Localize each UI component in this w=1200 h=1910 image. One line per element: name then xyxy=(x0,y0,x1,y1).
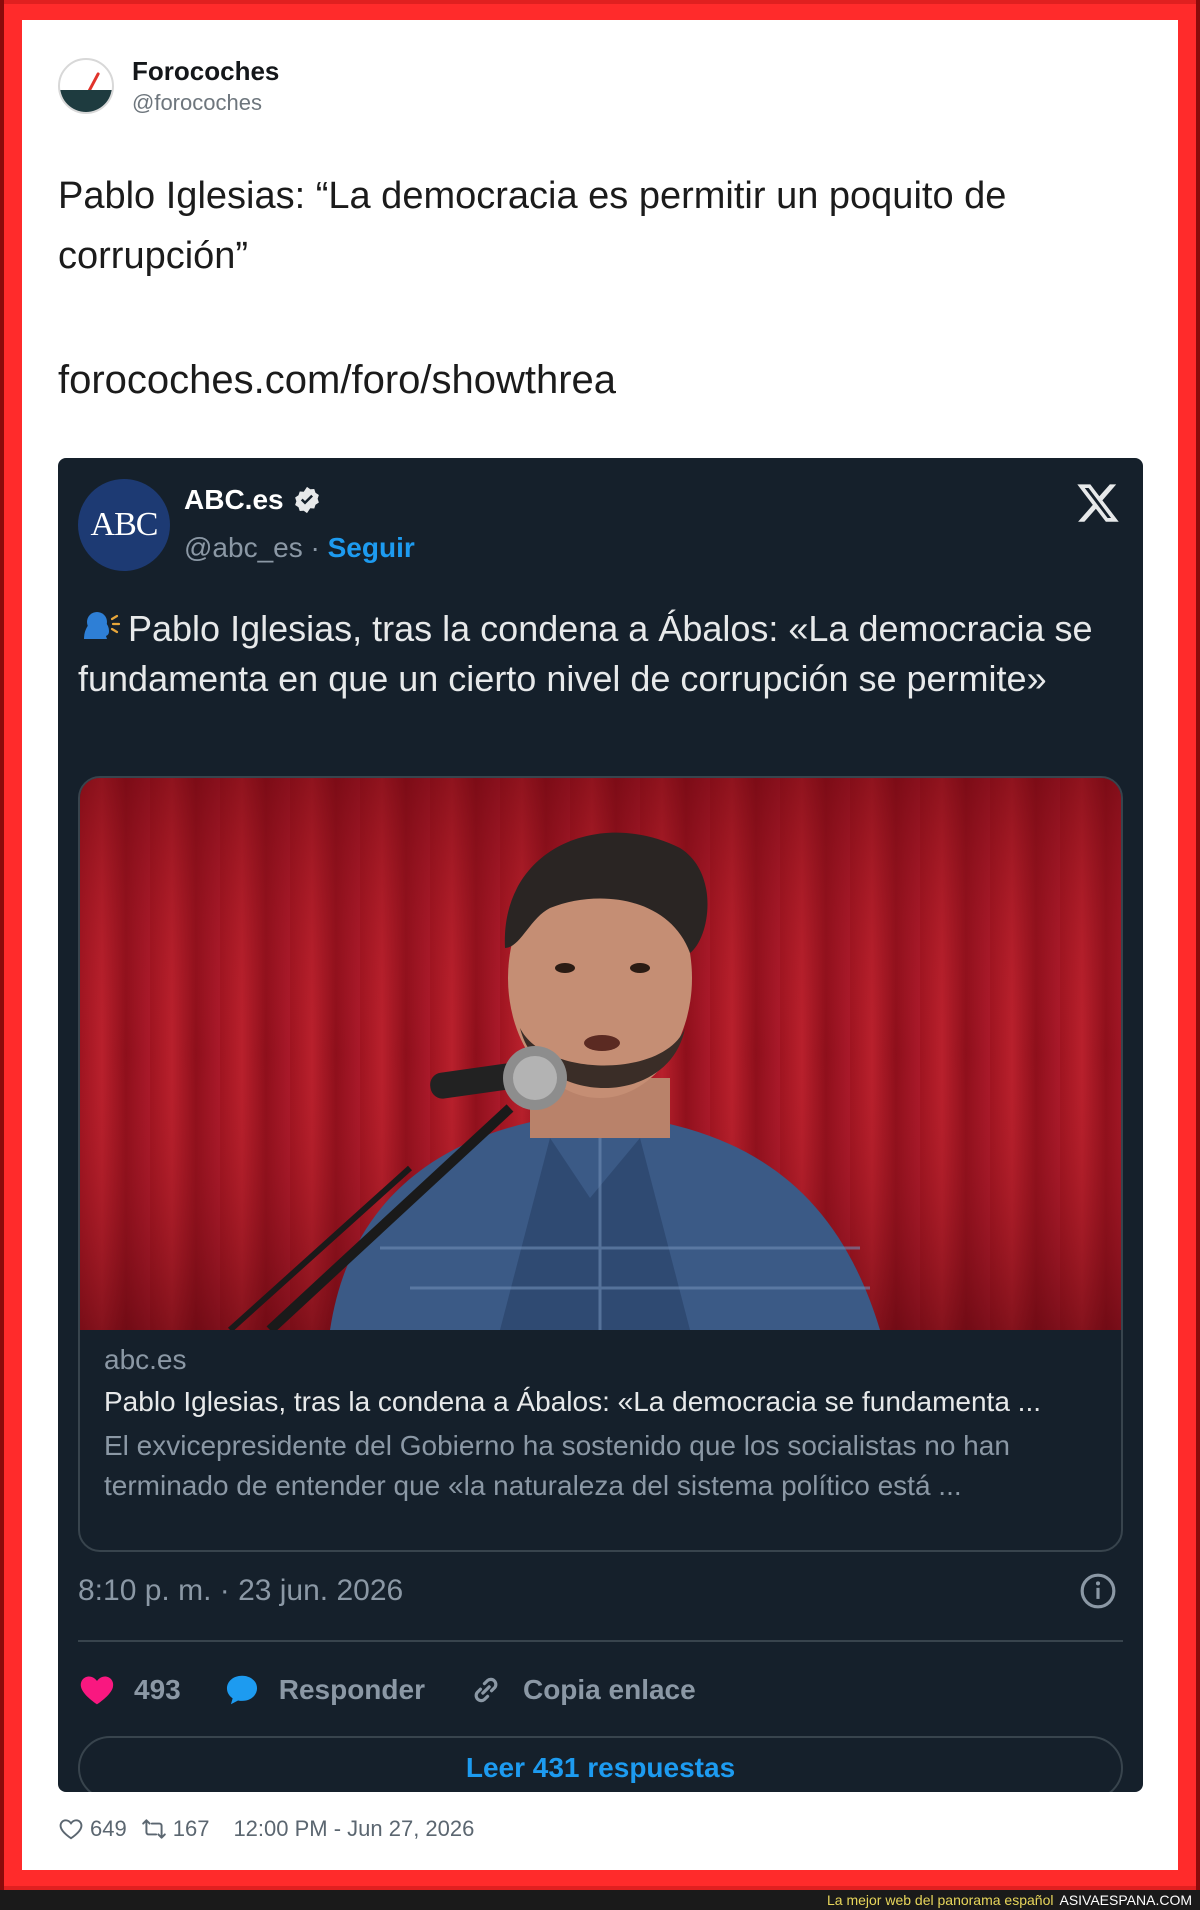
outer-like-button[interactable]: 649 xyxy=(58,1816,127,1842)
speech-bubble-icon xyxy=(226,1675,257,1705)
link-card-domain: abc.es xyxy=(104,1344,187,1375)
tweet-footer: 649 167 12:00 PM - Jun 27, 2026 xyxy=(58,1816,474,1842)
like-count: 493 xyxy=(134,1674,181,1705)
watermark-bar: La mejor web del panorama español ASIVAE… xyxy=(0,1890,1200,1910)
verified-badge-icon xyxy=(294,486,319,514)
embedded-tweet[interactable]: ABC ABC.es @abc_es · Seguir Pablo Iglesi… xyxy=(58,458,1143,1792)
embedded-tweet-text-block: Pablo Iglesias, tras la condena a Ábalos… xyxy=(78,604,1098,704)
heart-icon xyxy=(80,1676,114,1705)
outer-timestamp[interactable]: 12:00 PM - Jun 27, 2026 xyxy=(233,1816,474,1842)
retweet-icon xyxy=(141,1819,166,1839)
x-logo-icon[interactable] xyxy=(1075,480,1121,526)
embedded-author-name: ABC.es xyxy=(184,484,284,515)
embedded-author-handle-row: @abc_es · Seguir xyxy=(184,532,415,564)
watermark-slogan: La mejor web del panorama español xyxy=(827,1892,1054,1908)
tweet-link[interactable]: forocoches.com/foro/showthrea xyxy=(58,358,616,403)
embedded-author-name-row[interactable]: ABC.es xyxy=(184,484,322,516)
link-card-meta: abc.es Pablo Iglesias, tras la condena a… xyxy=(104,1344,1104,1506)
reply-label: Responder xyxy=(278,1674,425,1705)
watermark-site[interactable]: ASIVAESPANA.COM xyxy=(1059,1892,1192,1908)
speaker-photo-illustration xyxy=(80,778,1121,1330)
author-name[interactable]: Forocoches xyxy=(132,56,279,87)
embedded-actions-bar: 493 Responder Copia enlace xyxy=(78,1662,738,1718)
link-card-description: El exvicepresidente del Gobierno ha sost… xyxy=(104,1430,1010,1501)
reply-button[interactable]: Responder xyxy=(223,1671,425,1709)
speedometer-base-icon xyxy=(60,90,112,112)
divider xyxy=(78,1640,1123,1642)
speaking-head-icon xyxy=(84,612,121,639)
read-replies-button[interactable]: Leer 431 respuestas xyxy=(78,1736,1123,1792)
outer-retweet-button[interactable]: 167 xyxy=(141,1816,210,1842)
embedded-timestamp[interactable]: 8:10 p. m. · 23 jun. 2026 xyxy=(78,1574,403,1608)
article-photo[interactable] xyxy=(80,778,1121,1330)
link-card-title[interactable]: Pablo Iglesias, tras la condena a Ábalos… xyxy=(104,1386,1104,1418)
author-handle[interactable]: @forocoches xyxy=(132,90,262,116)
embedded-author-handle[interactable]: @abc_es xyxy=(184,532,303,563)
link-preview-card[interactable]: abc.es Pablo Iglesias, tras la condena a… xyxy=(78,776,1123,1552)
like-button[interactable]: 493 xyxy=(78,1671,181,1709)
outer-retweet-count: 167 xyxy=(172,1816,210,1841)
forocoches-avatar[interactable] xyxy=(58,58,114,114)
frame-edge-left xyxy=(0,0,4,1890)
follow-button[interactable]: Seguir xyxy=(328,532,415,563)
outer-like-count: 649 xyxy=(90,1816,127,1841)
handle-separator: · xyxy=(302,532,328,563)
embedded-tweet-text: Pablo Iglesias, tras la condena a Ábalos… xyxy=(78,608,1093,699)
heart-outline-icon xyxy=(59,1819,83,1840)
copy-link-label: Copia enlace xyxy=(522,1674,696,1705)
frame-edge-right xyxy=(1196,0,1200,1890)
info-icon[interactable] xyxy=(1079,1572,1117,1610)
tweet-screenshot: Forocoches @forocoches Pablo Iglesias: “… xyxy=(22,20,1178,1870)
tweet-text: Pablo Iglesias: “La democracia es permit… xyxy=(58,175,1007,277)
abc-avatar[interactable]: ABC xyxy=(78,479,170,571)
copy-link-button[interactable]: Copia enlace xyxy=(467,1671,696,1709)
link-icon xyxy=(474,1677,498,1703)
